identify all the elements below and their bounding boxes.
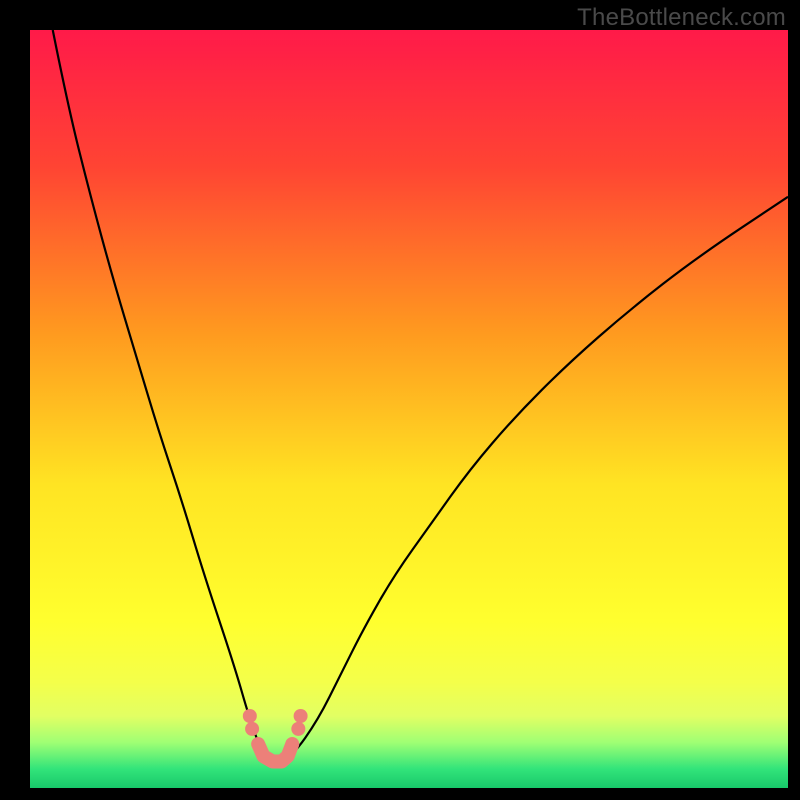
valley-marker-dot — [245, 722, 259, 736]
valley-marker-dot — [243, 709, 257, 723]
watermark-text: TheBottleneck.com — [577, 4, 786, 32]
chart-area — [30, 30, 788, 788]
valley-marker-dot — [291, 722, 305, 736]
valley-marker-dot — [294, 709, 308, 723]
gradient-background — [30, 30, 788, 788]
outer-frame: TheBottleneck.com — [0, 0, 800, 800]
bottleneck-chart — [30, 30, 788, 788]
